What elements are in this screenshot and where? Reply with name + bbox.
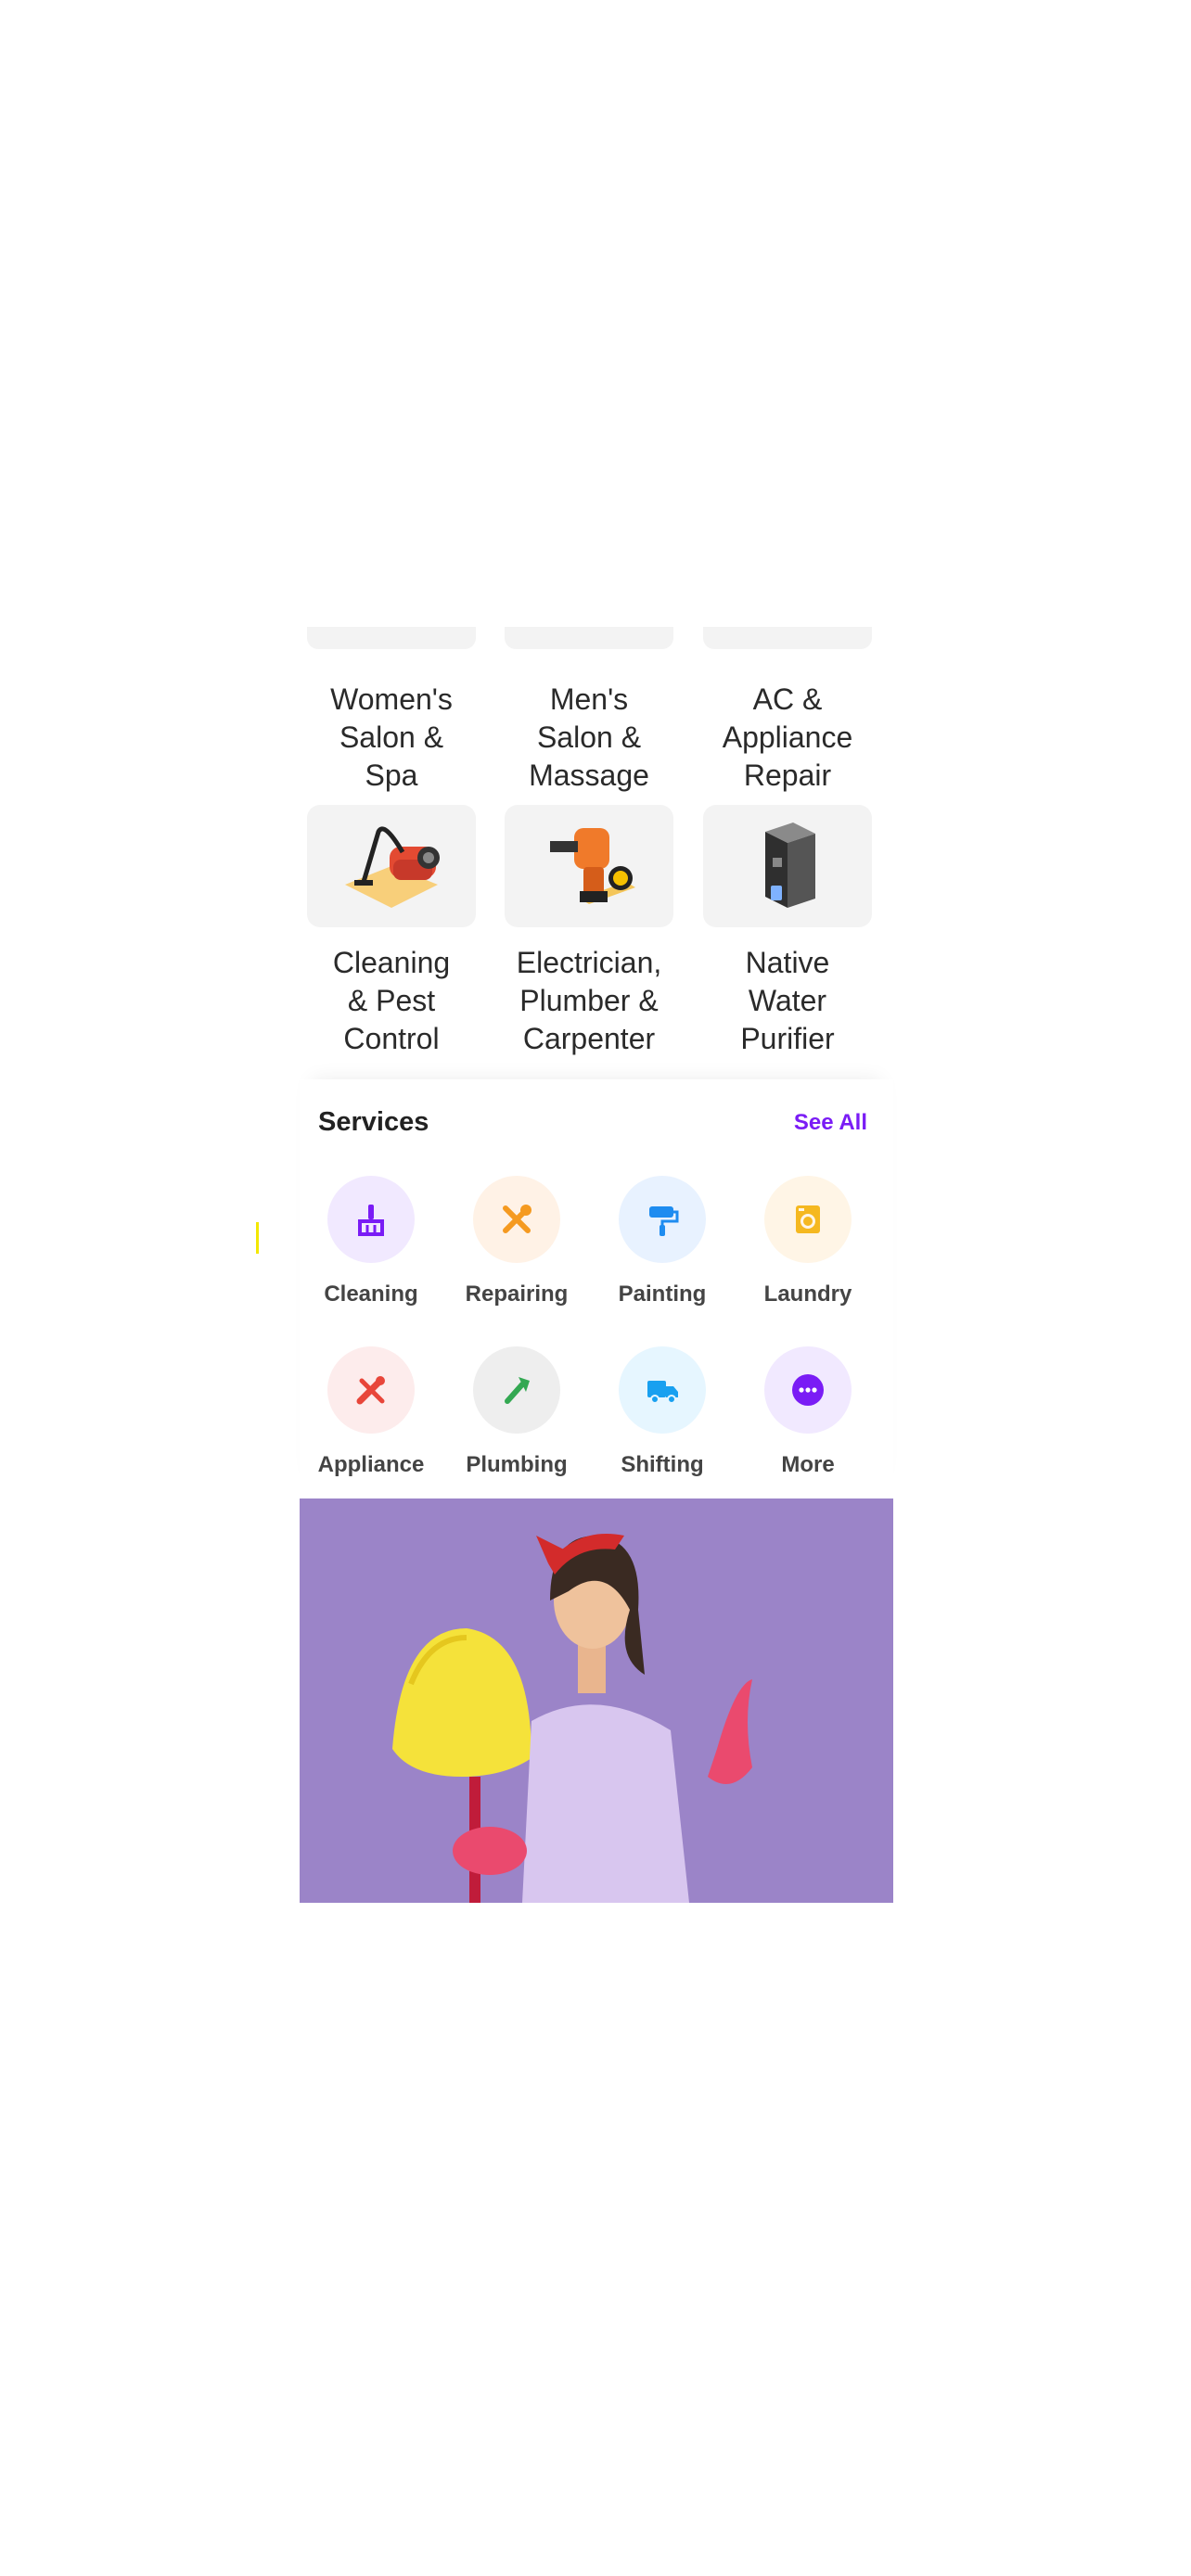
category-label: Men's Salon & Massage	[529, 682, 649, 792]
category-electrician[interactable]: Electrician, Plumber & Carpenter	[501, 805, 677, 1058]
tools-icon	[473, 1176, 560, 1263]
paint-roller-icon	[619, 1176, 706, 1263]
services-header: Services See All	[318, 1107, 867, 1138]
category-label: Cleaning & Pest Control	[332, 946, 451, 1055]
service-label: Plumbing	[466, 1452, 568, 1477]
service-label: Shifting	[621, 1452, 704, 1477]
service-appliance[interactable]: Appliance	[301, 1346, 441, 1478]
service-label: Painting	[618, 1282, 707, 1307]
category-cleaning-pest[interactable]: Cleaning & Pest Control	[303, 805, 480, 1058]
category-tile-top	[307, 627, 476, 649]
broom-icon	[327, 1176, 415, 1263]
category-label: Women's Salon & Spa	[330, 682, 453, 792]
cleaning-woman-image	[300, 1498, 893, 1903]
service-label: Repairing	[465, 1282, 569, 1307]
category-mens-salon[interactable]: Men's Salon & Massage	[501, 664, 677, 795]
see-all-link[interactable]: See All	[794, 1110, 867, 1136]
water-purifier-icon	[703, 805, 872, 927]
truck-icon	[619, 1346, 706, 1434]
promo-banner[interactable]	[300, 1498, 893, 1903]
washing-machine-icon	[764, 1176, 852, 1263]
category-tile-top	[505, 627, 673, 649]
category-water-purifier[interactable]: Native Water Purifier	[699, 805, 876, 1058]
category-ac-repair[interactable]: AC & Appliance Repair	[699, 664, 876, 795]
service-laundry[interactable]: Laundry	[738, 1176, 877, 1307]
service-label: More	[781, 1452, 835, 1477]
service-cleaning[interactable]: Cleaning	[301, 1176, 441, 1307]
service-painting[interactable]: Painting	[593, 1176, 732, 1307]
category-label: Electrician, Plumber & Carpenter	[516, 946, 662, 1055]
category-grid: Women's Salon & Spa Men's Salon & Massag…	[300, 627, 893, 1059]
more-icon	[764, 1346, 852, 1434]
vacuum-cleaner-icon	[307, 805, 476, 927]
service-more[interactable]: More	[738, 1346, 877, 1478]
category-label: Native Water Purifier	[740, 946, 835, 1055]
category-label: AC & Appliance Repair	[722, 682, 853, 792]
service-repairing[interactable]: Repairing	[447, 1176, 586, 1307]
service-plumbing[interactable]: Plumbing	[447, 1346, 586, 1478]
services-section: Services See All Cleaning Repairing Pain…	[300, 1079, 893, 1500]
service-label: Cleaning	[324, 1282, 418, 1307]
wrench-icon	[473, 1346, 560, 1434]
services-title: Services	[318, 1107, 429, 1137]
service-label: Laundry	[763, 1282, 852, 1307]
category-tile-top	[703, 627, 872, 649]
drill-icon	[505, 805, 673, 927]
service-shifting[interactable]: Shifting	[593, 1346, 732, 1478]
edge-marker	[256, 1222, 259, 1254]
category-womens-salon[interactable]: Women's Salon & Spa	[303, 664, 480, 795]
home-content: Women's Salon & Spa Men's Salon & Massag…	[300, 627, 893, 1903]
service-label: Appliance	[317, 1452, 425, 1477]
appliance-icon	[327, 1346, 415, 1434]
